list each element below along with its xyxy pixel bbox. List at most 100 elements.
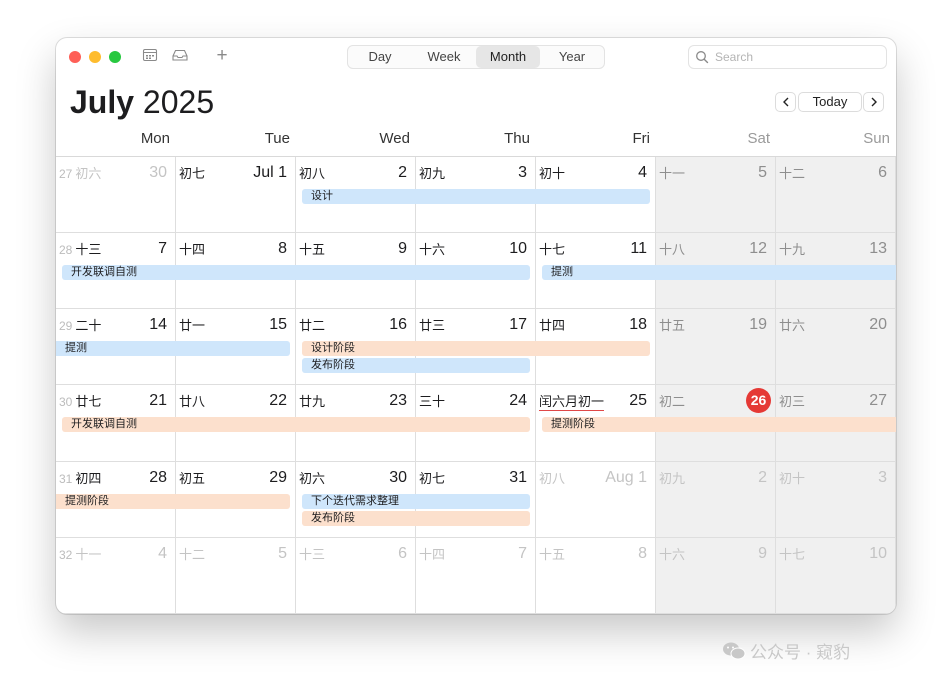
day-cell[interactable]: 32 十一 4	[56, 538, 176, 614]
lunar-date: 三十	[419, 391, 445, 410]
day-cell[interactable]: 廿六 20	[776, 309, 896, 385]
calendar-list-icon[interactable]	[142, 47, 162, 67]
view-year-button[interactable]: Year	[540, 46, 604, 68]
lunar-date: 廿一	[179, 315, 205, 334]
week-number: 28	[59, 243, 73, 257]
lunar-date: 初二	[659, 391, 685, 410]
day-number: 8	[278, 240, 287, 257]
calendar-event[interactable]: 发布阶段	[302, 511, 530, 526]
lunar-date: 28 十三	[59, 239, 101, 258]
day-number: 4	[158, 545, 167, 562]
search-field[interactable]: Search	[688, 45, 887, 69]
close-window-button[interactable]	[69, 51, 81, 63]
minimize-window-button[interactable]	[89, 51, 101, 63]
day-cell[interactable]: 十二 6	[776, 157, 896, 233]
day-number: 31	[509, 469, 527, 486]
zoom-window-button[interactable]	[109, 51, 121, 63]
day-cell[interactable]: 27 初六 30	[56, 157, 176, 233]
lunar-date: 十六	[419, 239, 445, 258]
weekday-label: Wed	[379, 130, 410, 147]
calendar-event[interactable]: 提测阶段	[56, 494, 290, 509]
lunar-date-text: 廿五	[659, 318, 686, 333]
day-number: 10	[869, 545, 887, 562]
lunar-date: 廿八	[179, 391, 205, 410]
calendar-event[interactable]: 开发联调自测	[62, 265, 530, 280]
day-cell[interactable]: 十四 7	[416, 538, 536, 614]
lunar-date: 27 初六	[59, 163, 101, 182]
today-date-badge: 26	[746, 388, 771, 413]
lunar-date-text: 十二	[179, 547, 206, 562]
day-number: 29	[269, 469, 287, 486]
day-number: 24	[509, 392, 527, 409]
calendar-event[interactable]: 发布阶段	[302, 358, 530, 373]
lunar-date-text: 初十	[539, 166, 566, 181]
week-number: 31	[59, 472, 73, 486]
lunar-date: 十七	[779, 544, 805, 563]
weekday-label: Sat	[747, 130, 770, 147]
lunar-date-text: 十六	[419, 242, 446, 257]
day-number: 12	[749, 240, 767, 257]
day-cell[interactable]: 十五 8	[536, 538, 656, 614]
lunar-date: 初六	[299, 468, 325, 487]
lunar-date-text: 十九	[779, 242, 806, 257]
lunar-date: 初五	[179, 468, 205, 487]
day-cell[interactable]: 初十 3	[776, 462, 896, 538]
calendar-event[interactable]: 设计	[302, 189, 650, 204]
day-cell[interactable]: 廿五 19	[656, 309, 776, 385]
week-number: 30	[59, 395, 73, 409]
day-number: 14	[149, 316, 167, 333]
week-number: 27	[59, 167, 73, 181]
today-button[interactable]: Today	[798, 92, 862, 112]
lunar-date-text: 初九	[659, 471, 686, 486]
lunar-date-text: 十二	[779, 166, 806, 181]
lunar-date: 十六	[659, 544, 685, 563]
lunar-date-text: 初八	[299, 166, 326, 181]
weekday-label: Mon	[140, 130, 170, 147]
lunar-date-text: 廿九	[299, 394, 326, 409]
weekday-label: Fri	[632, 130, 651, 147]
calendar-event[interactable]: 提测阶段	[542, 417, 896, 432]
day-number: 30	[149, 164, 167, 181]
view-week-button[interactable]: Week	[412, 46, 476, 68]
day-number: 2	[398, 164, 407, 181]
lunar-date-text: 初九	[419, 166, 446, 181]
lunar-date: 闰六月初一	[539, 391, 605, 411]
lunar-date-text: 十三	[299, 547, 326, 562]
inbox-icon[interactable]	[171, 47, 191, 67]
lunar-date-text: 三十	[419, 394, 446, 409]
lunar-date: 十四	[179, 239, 205, 258]
lunar-date: 廿五	[659, 315, 685, 334]
day-number: 22	[269, 392, 287, 409]
toolbar: + Day Week Month Year Search	[56, 38, 896, 78]
day-cell[interactable]: 十六 9	[656, 538, 776, 614]
lunar-date: 初八	[539, 468, 565, 487]
day-number: 9	[398, 240, 407, 257]
day-cell[interactable]: 初九 2	[656, 462, 776, 538]
view-day-button[interactable]: Day	[348, 46, 412, 68]
day-cell[interactable]: 十七 10	[776, 538, 896, 614]
chevron-left-icon	[782, 97, 788, 107]
day-number: 8	[638, 545, 647, 562]
view-month-button[interactable]: Month	[476, 46, 540, 68]
lunar-date-text: 初七	[179, 166, 206, 181]
next-month-button[interactable]	[863, 92, 884, 112]
previous-month-button[interactable]	[775, 92, 796, 112]
day-number: 6	[398, 545, 407, 562]
day-cell[interactable]: 十一 5	[656, 157, 776, 233]
calendar-event[interactable]: 开发联调自测	[62, 417, 530, 432]
day-number: 10	[509, 240, 527, 257]
lunar-date-text: 廿八	[179, 394, 206, 409]
weekday-label: Tue	[264, 130, 290, 147]
add-event-button[interactable]: +	[212, 46, 232, 67]
calendar-event[interactable]: 提测	[56, 341, 290, 356]
calendar-event[interactable]: 设计阶段	[302, 341, 650, 356]
day-cell[interactable]: 初八 Aug 1	[536, 462, 656, 538]
calendar-event[interactable]: 下个迭代需求整理	[302, 494, 530, 509]
day-cell[interactable]: 十二 5	[176, 538, 296, 614]
day-number: 13	[869, 240, 887, 257]
lunar-date: 十四	[419, 544, 445, 563]
weekday-label: Sun	[863, 130, 890, 147]
day-cell[interactable]: 十三 6	[296, 538, 416, 614]
day-cell[interactable]: 初七 Jul 1	[176, 157, 296, 233]
calendar-event[interactable]: 提测	[542, 265, 896, 280]
